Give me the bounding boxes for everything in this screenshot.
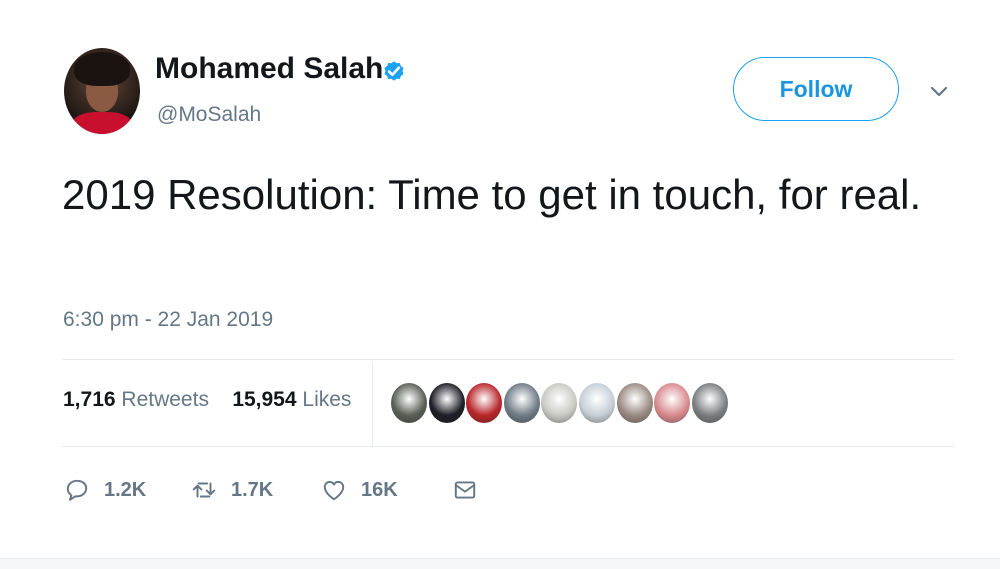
retweets-label[interactable]: Retweets [121,388,209,411]
author-handle[interactable]: @MoSalah [157,103,261,127]
retweet-action[interactable]: 1.7K [191,474,273,506]
liker-avatar[interactable] [503,383,540,423]
liker-avatar[interactable] [541,383,578,423]
author-avatar[interactable] [64,48,140,134]
divider-top [62,359,955,360]
retweets-count[interactable]: 1,716 [63,388,116,411]
heart-icon[interactable] [321,477,347,503]
follow-button[interactable]: Follow [733,57,899,121]
chevron-down-icon[interactable] [927,79,951,103]
tweet-card: Mohamed Salah @MoSalah Follow 2019 Resol… [0,0,1000,569]
avatar-hair [74,52,130,86]
liker-avatar[interactable] [616,383,653,423]
envelope-icon[interactable] [452,477,478,503]
liker-avatars [391,383,729,423]
avatar-shirt [72,112,132,134]
tweet-stats: 1,716 Retweets 15,954 Likes [63,388,351,412]
liker-avatar[interactable] [654,383,691,423]
retweet-icon[interactable] [191,477,217,503]
reply-action[interactable]: 1.2K [64,474,146,506]
likes-count[interactable]: 15,954 [232,388,296,411]
liker-avatar[interactable] [391,383,427,423]
reply-count: 1.2K [104,478,147,501]
tweet-text: 2019 Resolution: Time to get in touch, f… [62,171,922,218]
author-name[interactable]: Mohamed Salah [155,52,383,86]
bottom-strip [0,558,1000,569]
divider-bottom [62,446,955,447]
liker-avatar[interactable] [691,383,728,423]
liker-avatar[interactable] [578,383,615,423]
tweet-timestamp[interactable]: 6:30 pm - 22 Jan 2019 [63,308,273,332]
dm-action[interactable] [452,474,478,506]
verified-badge-icon [384,61,404,81]
retweet-count: 1.7K [231,478,274,501]
like-count: 16K [361,478,398,501]
liker-avatar[interactable] [466,383,503,423]
reply-icon[interactable] [64,477,90,503]
like-action[interactable]: 16K [321,474,398,506]
stats-separator [372,362,373,446]
liker-avatar[interactable] [428,383,465,423]
likes-label[interactable]: Likes [302,388,351,411]
